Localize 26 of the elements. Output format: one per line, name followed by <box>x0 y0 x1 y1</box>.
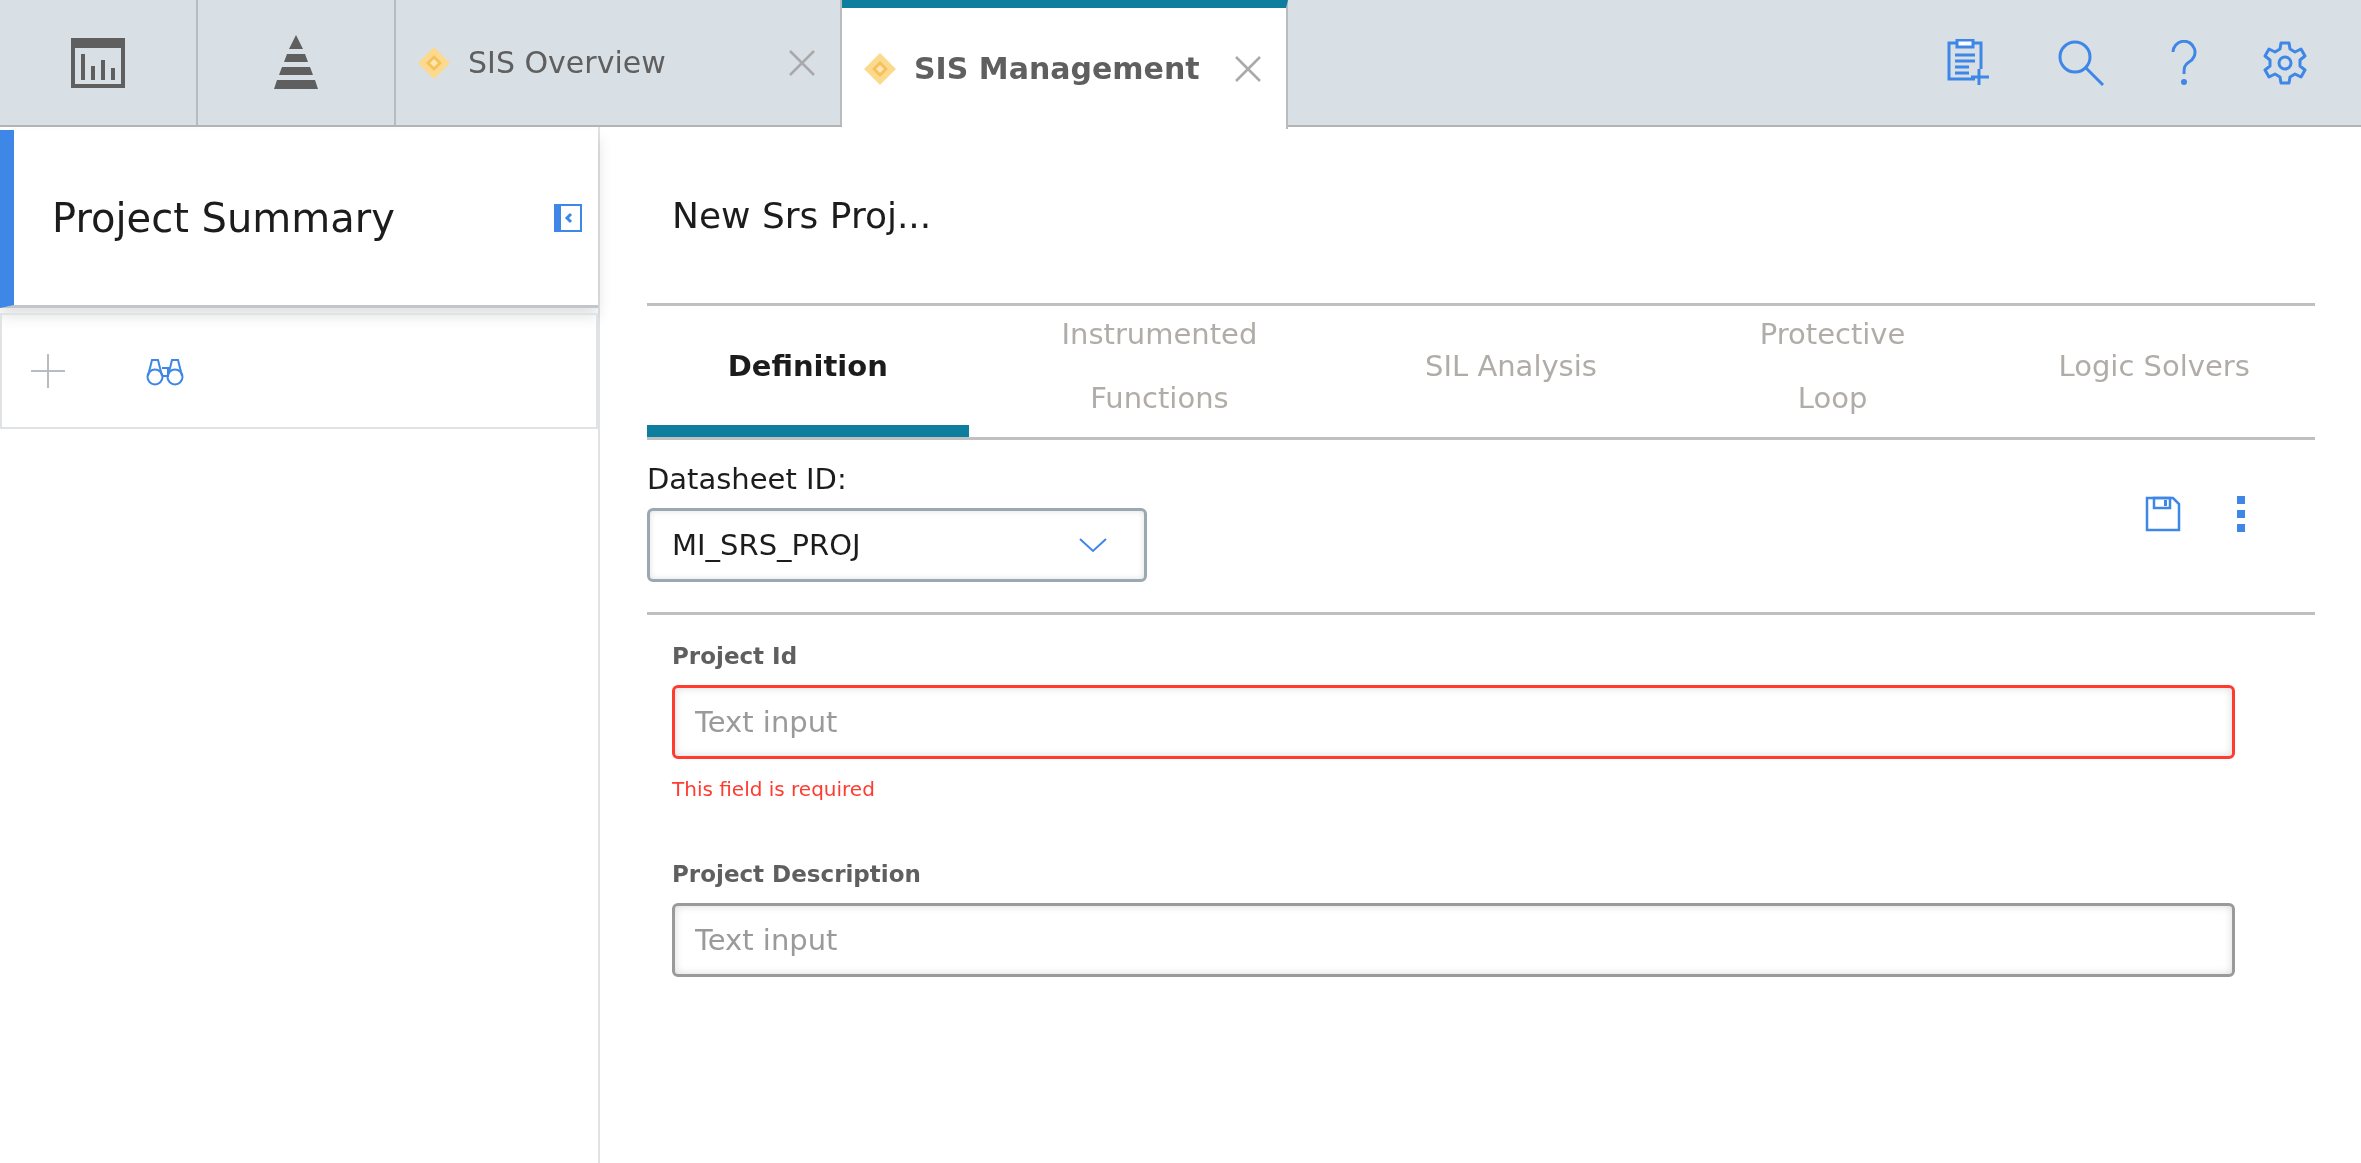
page-title: New Srs Proj... <box>647 127 2315 306</box>
close-icon[interactable] <box>788 48 816 77</box>
close-icon[interactable] <box>1234 54 1262 83</box>
search-icon[interactable] <box>2057 38 2105 87</box>
sidebar-title: Project Summary <box>52 194 395 241</box>
clipboard-add-icon[interactable] <box>1947 38 1991 87</box>
field-label: Project Description <box>672 861 922 887</box>
diamond-icon <box>416 44 452 81</box>
settings-icon[interactable] <box>2263 40 2307 85</box>
field-label: Datasheet ID: <box>647 462 848 496</box>
binoculars-icon[interactable] <box>146 356 184 386</box>
text-input[interactable]: Text input <box>672 903 2235 977</box>
datasheet-dropdown[interactable]: MI_SRS_PROJ <box>647 508 1147 582</box>
chart-window-icon <box>71 37 125 88</box>
collapse-icon[interactable] <box>554 203 582 232</box>
error-message: This field is required <box>672 777 876 801</box>
caret-icon <box>1078 537 1108 553</box>
document-tab[interactable]: SIS Management <box>842 0 1288 129</box>
field-label: Project Id <box>672 643 799 669</box>
tab[interactable]: Definition <box>647 306 969 437</box>
help-icon[interactable] <box>2171 39 2197 86</box>
more-icon[interactable] <box>2237 496 2245 532</box>
save-icon[interactable] <box>2145 496 2181 532</box>
diamond-icon <box>862 50 898 87</box>
text-input[interactable]: Text input <box>672 685 2235 759</box>
plus-icon[interactable] <box>30 353 66 389</box>
